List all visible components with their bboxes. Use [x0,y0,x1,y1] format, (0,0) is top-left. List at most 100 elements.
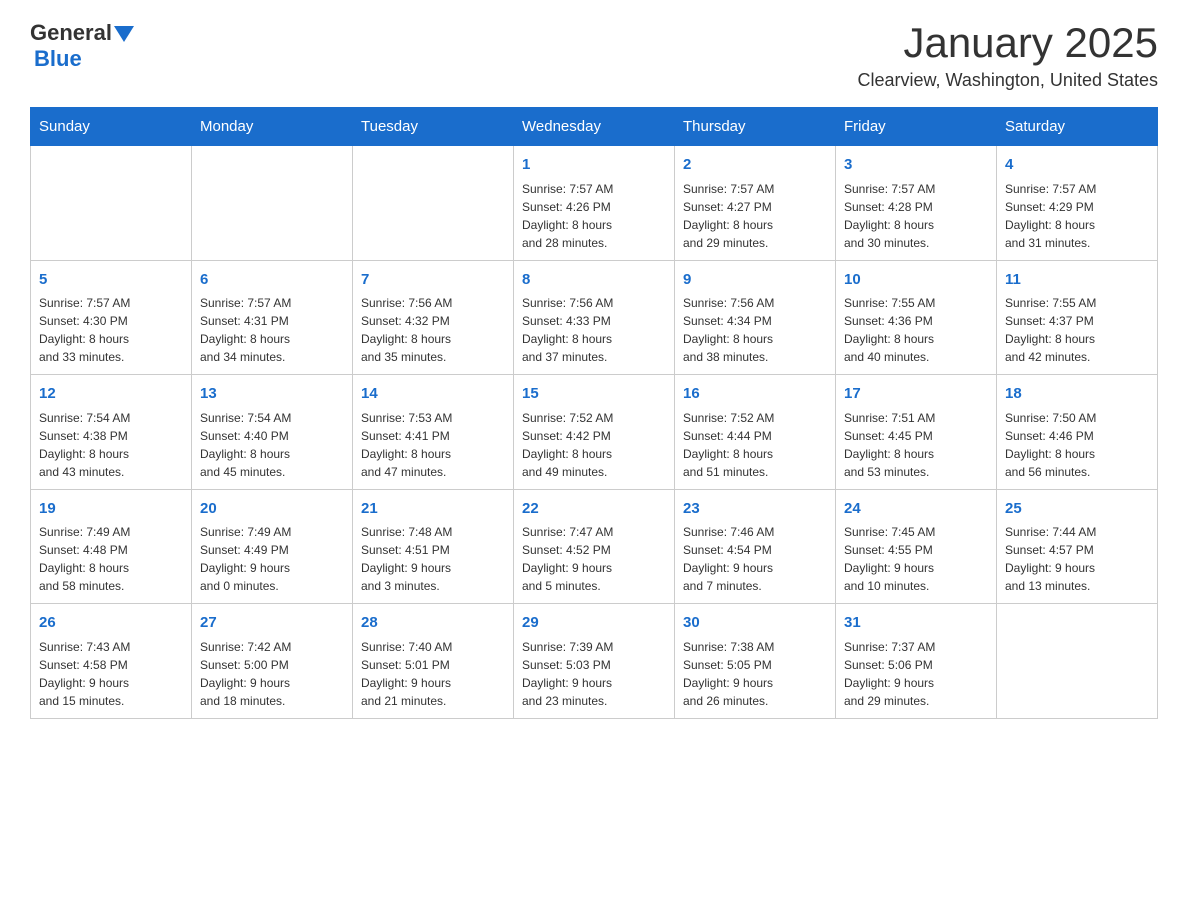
day-number: 27 [200,612,344,635]
day-info: Sunrise: 7:45 AMSunset: 4:55 PMDaylight:… [844,523,988,595]
calendar-cell: 6Sunrise: 7:57 AMSunset: 4:31 PMDaylight… [192,260,353,375]
day-number: 2 [683,154,827,177]
day-number: 14 [361,383,505,406]
day-number: 18 [1005,383,1149,406]
calendar-cell: 11Sunrise: 7:55 AMSunset: 4:37 PMDayligh… [997,260,1158,375]
calendar-cell: 21Sunrise: 7:48 AMSunset: 4:51 PMDayligh… [353,489,514,604]
day-info: Sunrise: 7:50 AMSunset: 4:46 PMDaylight:… [1005,409,1149,481]
col-header-friday: Friday [836,108,997,146]
calendar-cell: 26Sunrise: 7:43 AMSunset: 4:58 PMDayligh… [31,604,192,719]
day-info: Sunrise: 7:56 AMSunset: 4:32 PMDaylight:… [361,294,505,366]
day-number: 17 [844,383,988,406]
calendar-cell: 19Sunrise: 7:49 AMSunset: 4:48 PMDayligh… [31,489,192,604]
day-info: Sunrise: 7:52 AMSunset: 4:42 PMDaylight:… [522,409,666,481]
day-info: Sunrise: 7:56 AMSunset: 4:34 PMDaylight:… [683,294,827,366]
day-number: 11 [1005,269,1149,292]
calendar-cell: 24Sunrise: 7:45 AMSunset: 4:55 PMDayligh… [836,489,997,604]
day-info: Sunrise: 7:42 AMSunset: 5:00 PMDaylight:… [200,638,344,710]
day-number: 28 [361,612,505,635]
calendar-cell: 27 Sunrise: 7:42 AMSunset: 5:00 PMDayligh… [192,604,353,719]
calendar-cell: 5Sunrise: 7:57 AMSunset: 4:30 PMDaylight… [31,260,192,375]
logo: General Blue [30,20,134,72]
calendar-cell: 8Sunrise: 7:56 AMSunset: 4:33 PMDaylight… [514,260,675,375]
day-number: 3 [844,154,988,177]
calendar-cell: 23Sunrise: 7:46 AMSunset: 4:54 PMDayligh… [675,489,836,604]
day-number: 13 [200,383,344,406]
day-info: Sunrise: 7:55 AMSunset: 4:36 PMDaylight:… [844,294,988,366]
calendar-cell: 13 Sunrise: 7:54 AMSunset: 4:40 PMDayligh… [192,375,353,490]
calendar-header-row: SundayMondayTuesdayWednesdayThursdayFrid… [31,108,1158,146]
calendar-cell: 3 Sunrise: 7:57 AMSunset: 4:28 PMDaylight… [836,146,997,261]
calendar-cell: 28 Sunrise: 7:40 AMSunset: 5:01 PMDayligh… [353,604,514,719]
calendar-title: January 2025 [858,20,1158,66]
calendar-cell: 30 Sunrise: 7:38 AMSunset: 5:05 PMDayligh… [675,604,836,719]
calendar-cell [192,146,353,261]
day-number: 12 [39,383,183,406]
day-number: 6 [200,269,344,292]
calendar-week-row: 12Sunrise: 7:54 AMSunset: 4:38 PMDayligh… [31,375,1158,490]
day-info: Sunrise: 7:54 AMSunset: 4:40 PMDaylight:… [200,409,344,481]
calendar-body: 1 Sunrise: 7:57 AMSunset: 4:26 PMDaylight… [31,146,1158,719]
calendar-cell: 12Sunrise: 7:54 AMSunset: 4:38 PMDayligh… [31,375,192,490]
day-info: Sunrise: 7:51 AMSunset: 4:45 PMDaylight:… [844,409,988,481]
day-number: 23 [683,498,827,521]
day-info: Sunrise: 7:37 AMSunset: 5:06 PMDaylight:… [844,638,988,710]
col-header-saturday: Saturday [997,108,1158,146]
day-info: Sunrise: 7:57 AMSunset: 4:29 PMDaylight:… [1005,180,1149,252]
day-number: 4 [1005,154,1149,177]
day-info: Sunrise: 7:56 AMSunset: 4:33 PMDaylight:… [522,294,666,366]
col-header-sunday: Sunday [31,108,192,146]
day-info: Sunrise: 7:57 AMSunset: 4:30 PMDaylight:… [39,294,183,366]
day-number: 22 [522,498,666,521]
page-header: General Blue January 2025 Clearview, Was… [30,20,1158,91]
day-info: Sunrise: 7:52 AMSunset: 4:44 PMDaylight:… [683,409,827,481]
calendar-cell: 9Sunrise: 7:56 AMSunset: 4:34 PMDaylight… [675,260,836,375]
calendar-cell [31,146,192,261]
calendar-subtitle: Clearview, Washington, United States [858,70,1158,91]
day-number: 25 [1005,498,1149,521]
calendar-cell: 7Sunrise: 7:56 AMSunset: 4:32 PMDaylight… [353,260,514,375]
day-info: Sunrise: 7:39 AMSunset: 5:03 PMDaylight:… [522,638,666,710]
calendar-cell: 31 Sunrise: 7:37 AMSunset: 5:06 PMDayligh… [836,604,997,719]
col-header-wednesday: Wednesday [514,108,675,146]
day-info: Sunrise: 7:57 AMSunset: 4:27 PMDaylight:… [683,180,827,252]
day-info: Sunrise: 7:40 AMSunset: 5:01 PMDaylight:… [361,638,505,710]
day-info: Sunrise: 7:55 AMSunset: 4:37 PMDaylight:… [1005,294,1149,366]
calendar-week-row: 26Sunrise: 7:43 AMSunset: 4:58 PMDayligh… [31,604,1158,719]
calendar-cell: 17 Sunrise: 7:51 AMSunset: 4:45 PMDayligh… [836,375,997,490]
logo-general-text: General [30,20,112,46]
calendar-cell: 16Sunrise: 7:52 AMSunset: 4:44 PMDayligh… [675,375,836,490]
day-info: Sunrise: 7:53 AMSunset: 4:41 PMDaylight:… [361,409,505,481]
day-number: 9 [683,269,827,292]
calendar-cell: 1 Sunrise: 7:57 AMSunset: 4:26 PMDaylight… [514,146,675,261]
day-number: 19 [39,498,183,521]
day-number: 29 [522,612,666,635]
day-number: 31 [844,612,988,635]
calendar-cell: 29 Sunrise: 7:39 AMSunset: 5:03 PMDayligh… [514,604,675,719]
calendar-cell: 14 Sunrise: 7:53 AMSunset: 4:41 PMDayligh… [353,375,514,490]
day-number: 10 [844,269,988,292]
calendar-cell: 2 Sunrise: 7:57 AMSunset: 4:27 PMDaylight… [675,146,836,261]
day-number: 1 [522,154,666,177]
col-header-thursday: Thursday [675,108,836,146]
day-info: Sunrise: 7:49 AMSunset: 4:49 PMDaylight:… [200,523,344,595]
day-number: 24 [844,498,988,521]
calendar-cell: 20Sunrise: 7:49 AMSunset: 4:49 PMDayligh… [192,489,353,604]
day-info: Sunrise: 7:57 AMSunset: 4:26 PMDaylight:… [522,180,666,252]
calendar-week-row: 19Sunrise: 7:49 AMSunset: 4:48 PMDayligh… [31,489,1158,604]
col-header-tuesday: Tuesday [353,108,514,146]
day-number: 30 [683,612,827,635]
day-number: 15 [522,383,666,406]
day-info: Sunrise: 7:47 AMSunset: 4:52 PMDaylight:… [522,523,666,595]
day-number: 26 [39,612,183,635]
calendar-week-row: 5Sunrise: 7:57 AMSunset: 4:30 PMDaylight… [31,260,1158,375]
day-info: Sunrise: 7:46 AMSunset: 4:54 PMDaylight:… [683,523,827,595]
day-info: Sunrise: 7:38 AMSunset: 5:05 PMDaylight:… [683,638,827,710]
calendar-cell [997,604,1158,719]
day-info: Sunrise: 7:57 AMSunset: 4:31 PMDaylight:… [200,294,344,366]
calendar-cell: 4 Sunrise: 7:57 AMSunset: 4:29 PMDaylight… [997,146,1158,261]
day-info: Sunrise: 7:49 AMSunset: 4:48 PMDaylight:… [39,523,183,595]
calendar-table: SundayMondayTuesdayWednesdayThursdayFrid… [30,107,1158,719]
calendar-week-row: 1 Sunrise: 7:57 AMSunset: 4:26 PMDaylight… [31,146,1158,261]
day-info: Sunrise: 7:57 AMSunset: 4:28 PMDaylight:… [844,180,988,252]
